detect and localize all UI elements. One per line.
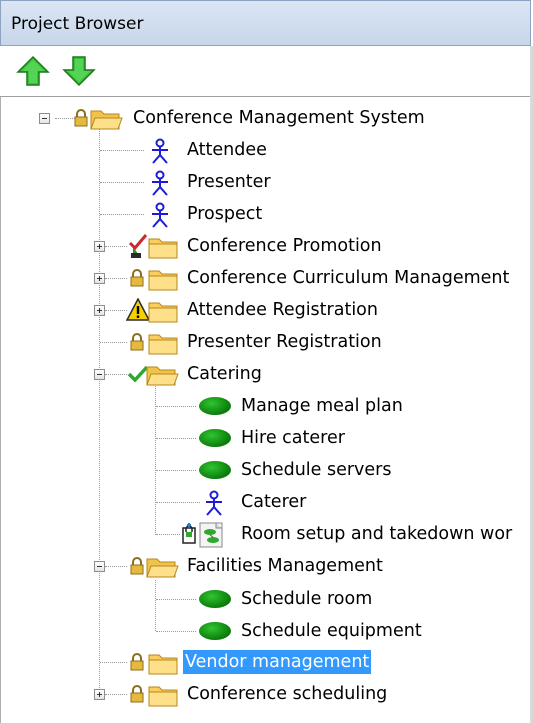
collapse-toggle[interactable] bbox=[39, 113, 50, 124]
expand-toggle[interactable] bbox=[94, 241, 105, 252]
tree-node-label: Conference Promotion bbox=[187, 236, 382, 256]
tree-node-conference-curriculum-management[interactable]: Conference Curriculum Management bbox=[1, 263, 533, 293]
tree-node-label: Conference Curriculum Management bbox=[187, 268, 510, 288]
tree-node-facilities-management[interactable]: Facilities Management bbox=[1, 551, 533, 581]
window-title: Project Browser bbox=[11, 14, 144, 34]
move-up-button[interactable] bbox=[16, 54, 50, 88]
tree-node-label: Caterer bbox=[241, 492, 307, 512]
tree-node-label: Presenter Registration bbox=[187, 332, 382, 352]
actor-icon bbox=[152, 170, 168, 196]
lock-icon bbox=[130, 557, 144, 575]
use-case-icon bbox=[199, 590, 231, 608]
lock-icon bbox=[74, 109, 88, 127]
use-case-icon bbox=[199, 622, 231, 640]
tree-node-conference-management-system[interactable]: Conference Management System bbox=[1, 103, 533, 133]
title-bar[interactable]: Project Browser bbox=[0, 0, 531, 46]
tree-node-schedule-servers[interactable]: Schedule servers bbox=[1, 455, 533, 485]
lock-icon bbox=[130, 653, 144, 671]
project-tree: Conference Management System Attendee Pr… bbox=[0, 97, 533, 723]
open-folder-icon bbox=[90, 110, 123, 130]
use-case-icon bbox=[199, 461, 231, 479]
tree-node-schedule-equipment[interactable]: Schedule equipment bbox=[1, 616, 533, 646]
tree-node-label: Manage meal plan bbox=[241, 396, 403, 416]
tree-node-label: Prospect bbox=[187, 204, 263, 224]
checked-out-icon bbox=[128, 234, 148, 258]
tree-node-label: Presenter bbox=[187, 172, 271, 192]
tree-node-prospect[interactable]: Prospect bbox=[1, 199, 533, 229]
lock-icon bbox=[130, 333, 144, 351]
tree-node-hire-caterer[interactable]: Hire caterer bbox=[1, 423, 533, 453]
toolbar bbox=[0, 46, 533, 97]
use-case-icon bbox=[199, 429, 231, 447]
tree-node-label: Schedule room bbox=[241, 589, 373, 609]
tree-node-label: Attendee Registration bbox=[187, 300, 378, 320]
folder-icon bbox=[148, 270, 178, 291]
open-folder-icon bbox=[146, 366, 179, 386]
expand-toggle[interactable] bbox=[94, 689, 105, 700]
folder-icon bbox=[148, 302, 178, 323]
tree-node-catering[interactable]: Catering bbox=[1, 359, 533, 389]
open-folder-icon bbox=[146, 558, 179, 578]
tree-node-vendor-management[interactable]: Vendor management bbox=[1, 647, 533, 677]
collapse-toggle[interactable] bbox=[94, 369, 105, 380]
actor-icon bbox=[206, 490, 222, 516]
diagram-icon bbox=[199, 522, 223, 548]
tree-node-label: Schedule equipment bbox=[241, 621, 422, 641]
tree-node-attendee-registration[interactable]: Attendee Registration bbox=[1, 295, 533, 325]
tree-node-label: Attendee bbox=[187, 140, 267, 160]
move-down-button[interactable] bbox=[62, 54, 96, 88]
tree-node-label: Conference Management System bbox=[133, 108, 425, 128]
tree-node-label: Schedule servers bbox=[241, 460, 392, 480]
collapse-toggle[interactable] bbox=[94, 561, 105, 572]
folder-icon bbox=[148, 334, 178, 355]
green-up-arrow-icon bbox=[16, 55, 50, 86]
tree-node-room-setup-diagram[interactable]: Room setup and takedown wor bbox=[1, 519, 533, 549]
lock-document-icon bbox=[182, 523, 196, 544]
tree-node-caterer[interactable]: Caterer bbox=[1, 487, 533, 517]
use-case-icon bbox=[199, 397, 231, 415]
tree-node-attendee[interactable]: Attendee bbox=[1, 135, 533, 165]
tree-node-label: Room setup and takedown wor bbox=[241, 524, 513, 544]
lock-icon bbox=[130, 685, 144, 703]
folder-icon bbox=[148, 686, 178, 707]
tree-node-label: Catering bbox=[187, 364, 262, 384]
tree-node-conference-promotion[interactable]: Conference Promotion bbox=[1, 231, 533, 261]
tree-node-label: Hire caterer bbox=[241, 428, 345, 448]
tree-node-label: Facilities Management bbox=[187, 556, 383, 576]
expand-toggle[interactable] bbox=[94, 273, 105, 284]
tree-node-conference-scheduling[interactable]: Conference scheduling bbox=[1, 679, 533, 709]
tree-node-manage-meal-plan[interactable]: Manage meal plan bbox=[1, 391, 533, 421]
tree-node-label: Conference scheduling bbox=[187, 684, 388, 704]
actor-icon bbox=[152, 138, 168, 164]
folder-icon bbox=[148, 238, 178, 259]
expand-toggle[interactable] bbox=[94, 305, 105, 316]
folder-icon bbox=[148, 654, 178, 675]
actor-icon bbox=[152, 202, 168, 228]
tree-node-schedule-room[interactable]: Schedule room bbox=[1, 584, 533, 614]
tree-node-presenter-registration[interactable]: Presenter Registration bbox=[1, 327, 533, 357]
tree-node-label-selected: Vendor management bbox=[183, 650, 372, 674]
tree-node-presenter[interactable]: Presenter bbox=[1, 167, 533, 197]
green-down-arrow-icon bbox=[62, 56, 96, 87]
project-browser-window: Project Browser Conference Management Sy… bbox=[0, 0, 533, 723]
lock-icon bbox=[130, 269, 144, 287]
